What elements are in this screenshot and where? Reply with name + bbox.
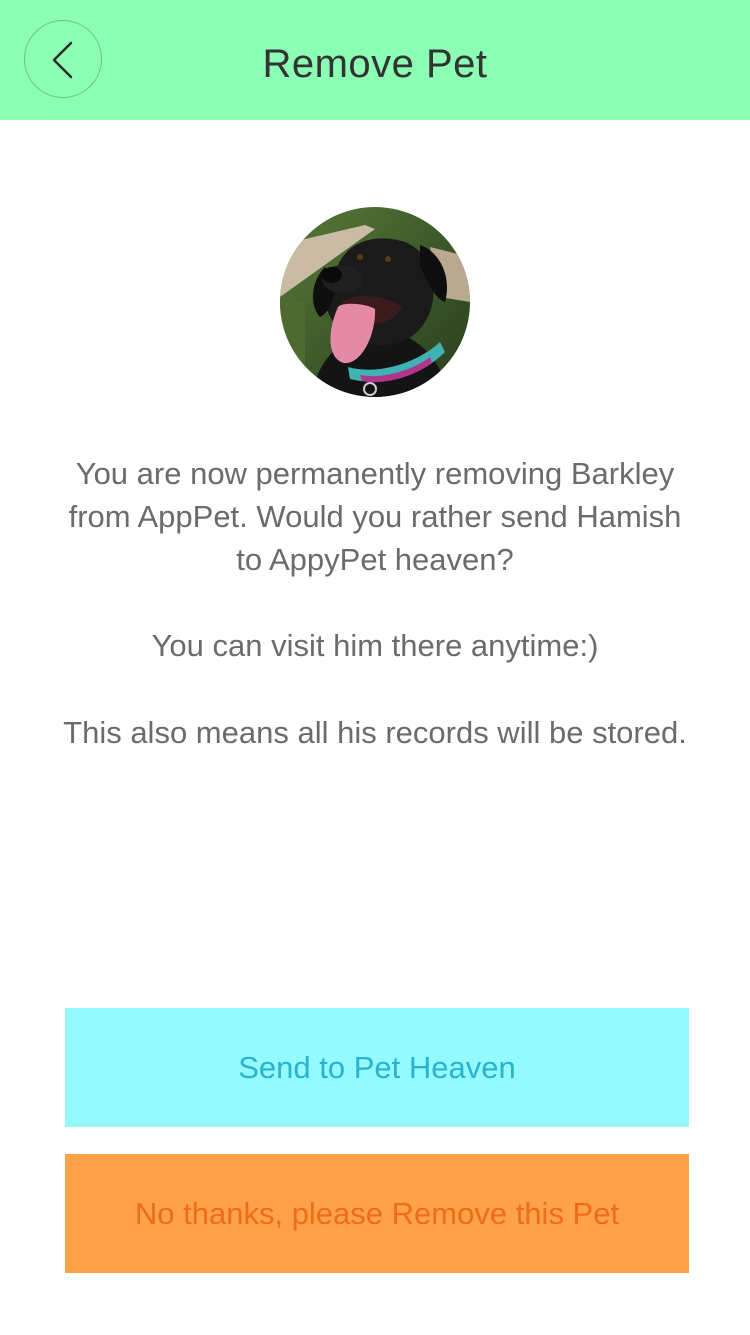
remove-pet-button[interactable]: No thanks, please Remove this Pet (65, 1154, 689, 1273)
header-bar: Remove Pet (0, 0, 750, 120)
removal-message: You are now permanently removing Barkley… (68, 456, 682, 577)
dog-photo (280, 207, 470, 397)
send-to-pet-heaven-button[interactable]: Send to Pet Heaven (65, 1008, 689, 1127)
pet-avatar (280, 207, 470, 397)
visit-message: You can visit him there anytime:) (151, 628, 599, 663)
page-title: Remove Pet (262, 42, 488, 86)
records-message: This also means all his records will be … (63, 715, 687, 750)
